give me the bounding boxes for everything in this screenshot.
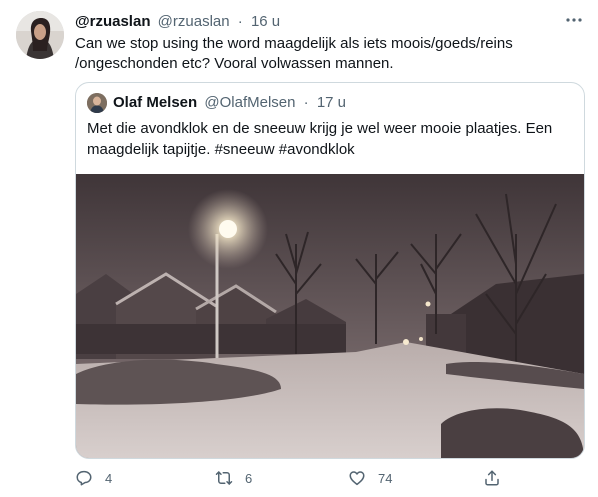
retweet-count: 6 [245,470,253,486]
action-bar: 4 6 74 [75,466,505,490]
tweet[interactable]: @rzuaslan @rzuaslan · 16 u Can we stop u… [0,0,598,497]
avatar[interactable] [16,11,64,59]
quoted-handle[interactable]: @OlafMelsen [204,94,295,111]
quoted-tweet[interactable]: Olaf Melsen @OlafMelsen · 17 u Met die a… [75,82,585,459]
share-button[interactable] [483,466,501,490]
like-icon [348,469,366,487]
user-handle[interactable]: @rzuaslan [158,13,230,30]
reply-button[interactable]: 4 [75,466,112,490]
quoted-separator-dot: · [303,94,309,111]
more-icon[interactable] [562,8,586,32]
retweet-button[interactable]: 6 [215,466,252,490]
like-button[interactable]: 74 [348,466,392,490]
display-name[interactable]: @rzuaslan [75,13,150,30]
quoted-text: Met die avondklok en de sneeuw krijg je … [87,120,553,158]
separator-dot: · [237,13,243,30]
reply-icon [75,469,93,487]
quoted-photo[interactable] [76,174,584,458]
tweet-text: Can we stop using the word maagdelijk al… [75,35,513,72]
quoted-header: Olaf Melsen @OlafMelsen · 17 u [113,93,346,113]
timestamp[interactable]: 16 u [251,13,280,30]
retweet-icon [215,469,233,487]
tweet-header: @rzuaslan @rzuaslan · 16 u [75,12,280,32]
quoted-timestamp[interactable]: 17 u [317,94,346,111]
reply-count: 4 [105,470,113,486]
quoted-display-name[interactable]: Olaf Melsen [113,94,197,111]
share-icon [483,469,501,487]
quoted-avatar[interactable] [87,93,107,113]
like-count: 74 [378,470,393,486]
